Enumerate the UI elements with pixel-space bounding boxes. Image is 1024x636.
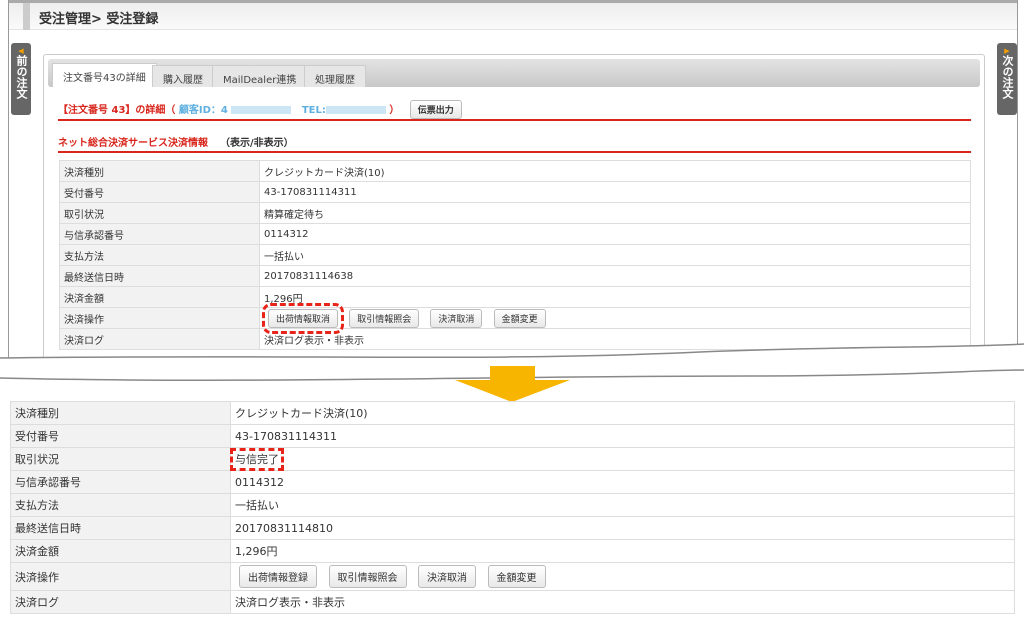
next-order-label: 次の注文 (1001, 55, 1014, 99)
tab-purchase-history[interactable]: 購入履歴 (152, 65, 214, 87)
value: 一括払い (230, 493, 1015, 517)
value: クレジットカード決済(10) (230, 401, 1015, 425)
next-order-button[interactable]: ▶ 次の注文 (997, 43, 1017, 115)
label: 最終送信日時 (59, 265, 260, 287)
label: 決済金額 (59, 286, 260, 308)
value: 43-170831114311 (230, 424, 1015, 448)
arrow-left-icon: ◀ (18, 47, 24, 55)
section-title: ネット総合決済サービス決済情報 （表示/非表示） (58, 134, 294, 149)
before-panel: 受注管理> 受注登録 ◀ 前の注文 ▶ 次の注文 注文番号43の詳細 購入履歴 Ma… (8, 0, 1018, 372)
cancel-shipping-button[interactable]: 出荷情報取消 (261, 302, 345, 334)
label: 与信承認番号 (59, 223, 260, 245)
title-prefix: 【注文番号 43】の詳細（ (58, 105, 176, 116)
down-arrow-icon (455, 366, 570, 402)
label: 決済ログ (10, 590, 231, 614)
value: 20170831114638 (259, 265, 971, 287)
value: 0114312 (259, 223, 971, 245)
prev-order-label: 前の注文 (15, 55, 28, 99)
redacted (325, 106, 386, 114)
arrow-right-icon: ▶ (1004, 47, 1010, 55)
customer-id: 顧客ID：4 (178, 105, 228, 116)
value: 1,296円 (259, 286, 971, 308)
page-header: 受注管理> 受注登録 (9, 0, 1017, 30)
tab-bar: 注文番号43の詳細 購入履歴 MailDealer連携 処理履歴 (48, 59, 980, 87)
inquiry-button[interactable]: 取引情報照会 (349, 308, 420, 328)
tab-process-history[interactable]: 処理履歴 (304, 65, 366, 87)
label: 取引状況 (59, 202, 260, 224)
label: 受付番号 (10, 424, 231, 448)
value: 精算確定待ち (259, 202, 971, 224)
label: 決済操作 (59, 307, 260, 329)
label: 最終送信日時 (10, 516, 231, 540)
payment-table-after: 決済種別 クレジットカード決済(10) 受付番号 43-170831114311 取… (10, 401, 1015, 614)
slip-output-button[interactable]: 伝票出力 (409, 100, 462, 119)
cancel-payment-button[interactable]: 決済取消 (430, 308, 483, 328)
register-shipping-button[interactable]: 出荷情報登録 (239, 565, 317, 588)
prev-order-button[interactable]: ◀ 前の注文 (11, 43, 31, 115)
label: 決済種別 (10, 401, 231, 425)
title-suffix: ） (389, 105, 400, 116)
log-toggle-link[interactable]: 決済ログ表示・非表示 (230, 590, 1015, 614)
label: 決済金額 (10, 539, 231, 563)
detail-title: 【注文番号 43】の詳細（ 顧客ID：4 TEL: ） 伝票出力 (58, 100, 462, 119)
label: 与信承認番号 (10, 470, 231, 494)
label: 決済種別 (59, 160, 260, 182)
value: 0114312 (230, 470, 1015, 494)
label: 決済操作 (10, 562, 231, 591)
value: 20170831114810 (230, 516, 1015, 540)
label: 取引状況 (10, 447, 231, 471)
inquiry-button[interactable]: 取引情報照会 (328, 565, 407, 588)
value: 43-170831114311 (259, 181, 971, 203)
tab-order-detail[interactable]: 注文番号43の詳細 (52, 63, 157, 87)
redacted (231, 106, 292, 114)
value: クレジットカード決済(10) (259, 160, 971, 182)
section-title-text: ネット総合決済サービス決済情報 (58, 138, 208, 149)
tel: TEL: (301, 105, 326, 116)
value: 1,296円 (230, 539, 1015, 563)
breadcrumb: 受注管理> 受注登録 (39, 12, 159, 27)
change-amount-button[interactable]: 金額変更 (487, 565, 546, 588)
tab-maildealer[interactable]: MailDealer連携 (212, 65, 308, 87)
value: 一括払い (259, 244, 971, 266)
label: 支払方法 (59, 244, 260, 266)
status-value: 与信完了 (230, 448, 284, 471)
change-amount-button[interactable]: 金額変更 (493, 308, 546, 328)
payment-table-before: 決済種別 クレジットカード決済(10) 受付番号 43-170831114311 取… (59, 160, 971, 350)
toggle-link[interactable]: （表示/非表示） (220, 138, 294, 149)
label: 受付番号 (59, 181, 260, 203)
cancel-payment-button[interactable]: 決済取消 (418, 565, 476, 588)
label: 支払方法 (10, 493, 231, 517)
